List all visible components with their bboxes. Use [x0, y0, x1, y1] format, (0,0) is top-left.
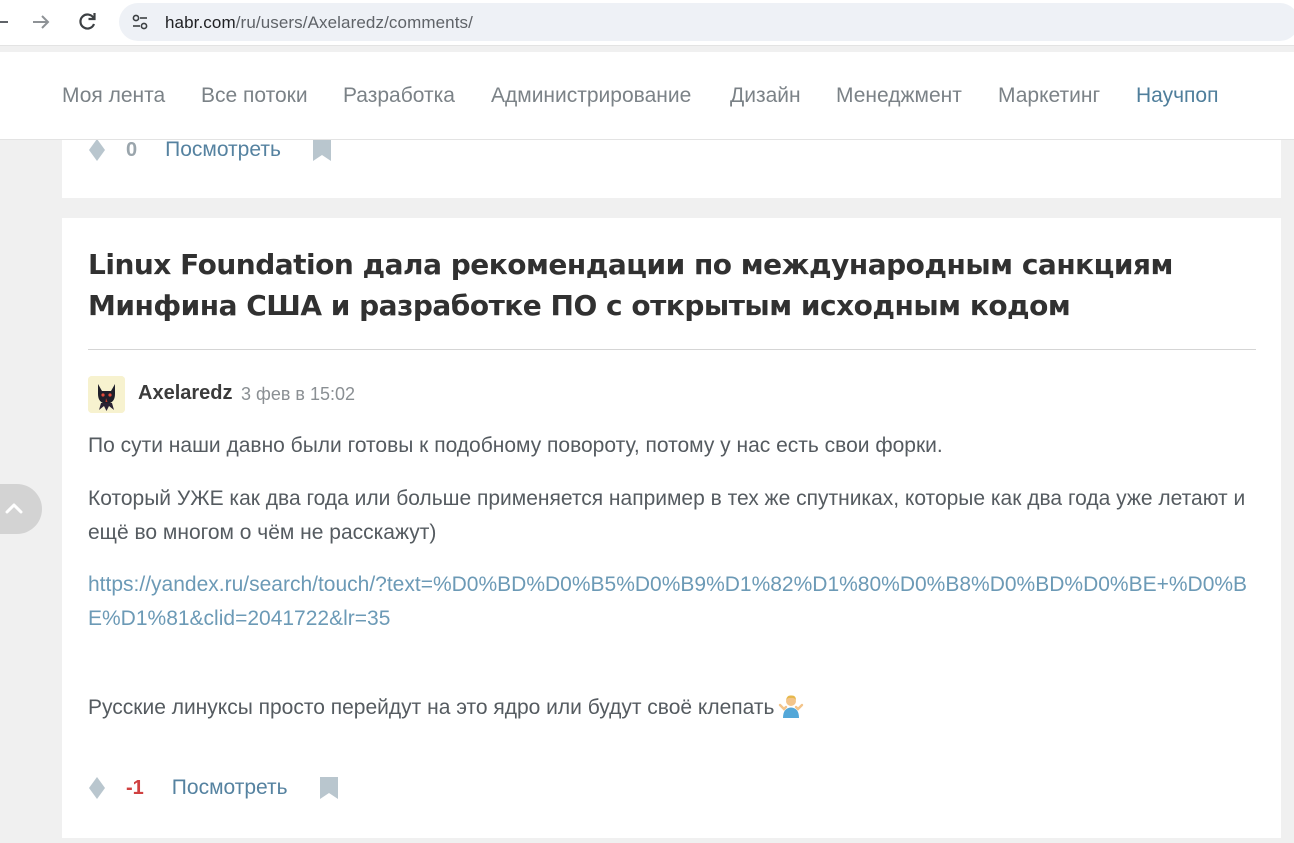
author-name[interactable]: Axelaredz [138, 382, 233, 405]
nav-item-all-flows[interactable]: Все потоки [201, 84, 308, 108]
url-path: /ru/users/Axelaredz/comments/ [235, 13, 473, 32]
avatar[interactable] [88, 376, 125, 413]
rating-icon[interactable] [88, 776, 106, 800]
comment-score: 0 [126, 138, 138, 161]
forward-arrow-icon[interactable] [27, 8, 55, 36]
comment-footer: -1 Посмотреть [88, 768, 339, 808]
divider [88, 349, 1256, 350]
cat-avatar-icon [88, 376, 125, 413]
comment-paragraph: По сути наши давно были готовы к подобно… [88, 434, 943, 457]
back-arrow-icon[interactable] [0, 8, 14, 36]
bookmark-icon[interactable] [312, 138, 332, 162]
nav-item-development[interactable]: Разработка [343, 84, 455, 108]
url-text[interactable]: habr.com/ru/users/Axelaredz/comments/ [165, 13, 473, 33]
address-bar[interactable]: habr.com/ru/users/Axelaredz/comments/ [119, 3, 1294, 41]
site-settings-icon[interactable] [131, 13, 149, 31]
scroll-to-top-button[interactable] [0, 484, 42, 534]
person-shrugging-emoji [779, 695, 804, 718]
chevron-up-icon [5, 503, 23, 514]
rating-icon[interactable] [88, 138, 106, 162]
bookmark-icon[interactable] [319, 776, 339, 800]
view-comment-link[interactable]: Посмотреть [172, 776, 288, 800]
nav-item-design[interactable]: Дизайн [730, 84, 801, 108]
previous-comment-card: 0 Посмотреть [62, 138, 1281, 198]
nav-item-popsci[interactable]: Научпоп [1136, 84, 1218, 108]
post-title[interactable]: Linux Foundation дала рекомендации по ме… [88, 244, 1258, 326]
comment-paragraph: Который УЖЕ как два года или больше прим… [88, 487, 1246, 544]
nav-item-administration[interactable]: Администрирование [491, 84, 691, 108]
comment-score: -1 [126, 776, 144, 799]
view-comment-link[interactable]: Посмотреть [165, 138, 281, 162]
comment-card: Linux Foundation дала рекомендации по ме… [62, 218, 1281, 838]
nav-item-marketing[interactable]: Маркетинг [998, 84, 1100, 108]
browser-toolbar: habr.com/ru/users/Axelaredz/comments/ [0, 0, 1294, 46]
comment-date[interactable]: 3 фев в 15:02 [241, 384, 355, 405]
comment-paragraph-last: Русские линуксы просто перейдут на это я… [88, 691, 1256, 725]
url-host: habr.com [165, 13, 236, 32]
reload-icon[interactable] [73, 8, 101, 36]
comment-link[interactable]: https://yandex.ru/search/touch/?text=%D0… [88, 568, 1256, 636]
nav-item-management[interactable]: Менеджмент [836, 84, 962, 108]
nav-item-my-feed[interactable]: Моя лента [62, 84, 165, 108]
comment-paragraph-text: Русские линуксы просто перейдут на это я… [88, 696, 775, 719]
hubs-navigation: Моя лента Все потоки Разработка Админист… [0, 52, 1294, 140]
